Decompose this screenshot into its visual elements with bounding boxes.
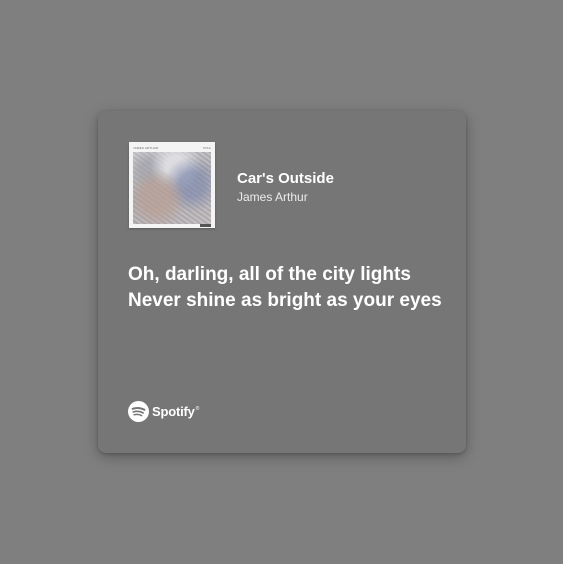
trademark-mark: ® (195, 406, 200, 412)
lyric-line: Never shine as bright as your eyes (128, 290, 442, 311)
spotify-wordmark: Spotify (152, 403, 195, 419)
lyrics-share-card: JAMES ARTHUR PIKA Car's Outside James Ar… (98, 111, 466, 453)
spotify-branding: Spotify ® (128, 400, 199, 422)
album-artwork (133, 152, 211, 224)
cover-tag (200, 224, 211, 227)
track-artist: James Arthur (237, 190, 308, 204)
track-title: Car's Outside (237, 170, 334, 187)
cover-artist-text: JAMES ARTHUR (133, 146, 159, 150)
spotify-logo-icon (128, 400, 149, 422)
lyrics-block: Oh, darling, all of the city lights Neve… (128, 262, 443, 314)
album-cover: JAMES ARTHUR PIKA (129, 142, 215, 228)
cover-label-text: PIKA (203, 146, 211, 150)
lyric-line: Oh, darling, all of the city lights (128, 264, 411, 285)
